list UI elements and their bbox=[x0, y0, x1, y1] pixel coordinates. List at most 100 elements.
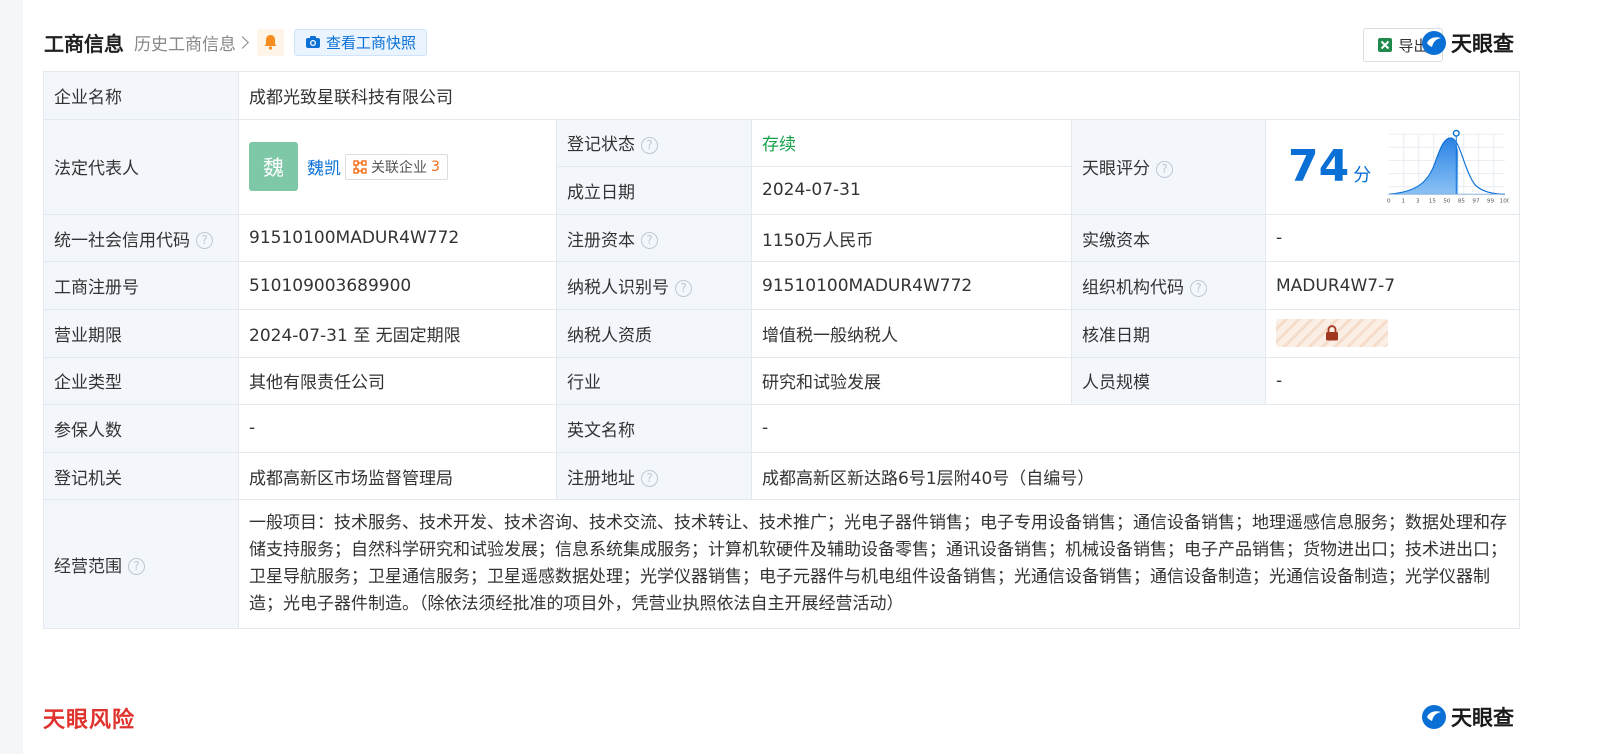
score-tick-label: 50 bbox=[1444, 198, 1452, 204]
related-count: 3 bbox=[431, 158, 440, 175]
score-tick-label: 99 bbox=[1487, 198, 1495, 204]
monitor-button[interactable] bbox=[257, 28, 284, 56]
table-row: 参保人数 - 英文名称 - bbox=[43, 404, 1520, 453]
bell-icon bbox=[264, 35, 277, 50]
address-label: 注册地址? bbox=[556, 451, 752, 501]
tianyancha-logo-icon bbox=[1422, 31, 1446, 55]
industry-label: 行业 bbox=[556, 356, 752, 406]
lock-icon bbox=[1326, 325, 1338, 341]
related-label: 关联企业 bbox=[371, 159, 427, 176]
legal-rep-name-link[interactable]: 魏凯 bbox=[307, 154, 341, 179]
taxpayer-id-value: 91510100MADUR4W772 bbox=[751, 261, 1072, 310]
type-value: 其他有限责任公司 bbox=[238, 356, 557, 406]
reg-capital-label: 注册资本? bbox=[556, 213, 752, 263]
company-name-value: 成都光致星联科技有限公司 bbox=[238, 71, 1520, 120]
score-cell[interactable]: 74 分 0 1 3 15 50 85 97 99 10 bbox=[1265, 118, 1520, 215]
org-code-value: MADUR4W7-7 bbox=[1265, 261, 1520, 310]
help-icon[interactable]: ? bbox=[128, 558, 145, 576]
scope-label: 经营范围? bbox=[43, 499, 239, 630]
score-tick-label: 97 bbox=[1473, 198, 1481, 204]
business-info-table: 企业名称 成都光致星联科技有限公司 法定代表人 魏 魏凯 关联企业 3 登记状态… bbox=[43, 71, 1520, 630]
approve-date-cell bbox=[1265, 308, 1520, 358]
biz-reg-no-value: 510109003689900 bbox=[238, 261, 557, 310]
footer-brand-logo-text: 天眼查 bbox=[1451, 706, 1514, 730]
section-title: 工商信息 bbox=[44, 31, 124, 56]
approve-date-label: 核准日期 bbox=[1071, 308, 1266, 358]
en-name-value: - bbox=[751, 404, 1520, 453]
industry-value: 研究和试验发展 bbox=[751, 356, 1072, 406]
brand-logo-text: 天眼查 bbox=[1451, 32, 1514, 56]
en-name-label: 英文名称 bbox=[556, 404, 752, 453]
tianyancha-logo-icon bbox=[1422, 705, 1446, 729]
term-value: 2024-07-31 至 无固定期限 bbox=[238, 308, 557, 358]
staff-label: 人员规模 bbox=[1071, 356, 1266, 406]
table-row: 企业类型 其他有限责任公司 行业 研究和试验发展 人员规模 - bbox=[43, 356, 1520, 406]
insured-value: - bbox=[238, 404, 557, 453]
taxpayer-id-label: 纳税人识别号? bbox=[556, 261, 752, 310]
table-row: 工商注册号 510109003689900 纳税人识别号? 91510100MA… bbox=[43, 261, 1520, 310]
chevron-right-icon bbox=[236, 35, 249, 49]
table-row: 登记机关 成都高新区市场监督管理局 注册地址? 成都高新区新达路6号1层附40号… bbox=[43, 451, 1520, 501]
legal-rep-label: 法定代表人 bbox=[43, 118, 239, 215]
term-label: 营业期限 bbox=[43, 308, 239, 358]
taxpayer-qual-label: 纳税人资质 bbox=[556, 308, 752, 358]
help-icon[interactable]: ? bbox=[641, 470, 658, 488]
section-header: 工商信息 历史工商信息 查看工商快照 bbox=[44, 26, 428, 58]
table-row: 营业期限 2024-07-31 至 无固定期限 纳税人资质 增值税一般纳税人 核… bbox=[43, 308, 1520, 358]
table-row: 统一社会信用代码? 91510100MADUR4W772 注册资本? 1150万… bbox=[43, 213, 1520, 263]
score-tick-label: 85 bbox=[1458, 198, 1466, 204]
reg-status-label: 登记状态? bbox=[556, 118, 752, 168]
credit-code-label: 统一社会信用代码? bbox=[43, 213, 239, 263]
score-distribution-chart: 0 1 3 15 50 85 97 99 100 bbox=[1387, 129, 1509, 204]
help-icon[interactable]: ? bbox=[675, 279, 692, 297]
reg-capital-value: 1150万人民币 bbox=[751, 213, 1072, 263]
credit-code-value: 91510100MADUR4W772 bbox=[238, 213, 557, 263]
score-tick-label: 100 bbox=[1500, 198, 1509, 204]
type-label: 企业类型 bbox=[43, 356, 239, 406]
found-date-value: 2024-07-31 bbox=[751, 166, 1072, 215]
snapshot-button[interactable]: 查看工商快照 bbox=[294, 28, 428, 56]
help-icon[interactable]: ? bbox=[1156, 160, 1173, 178]
score-tick-label: 0 bbox=[1387, 198, 1391, 204]
score-tick-label: 1 bbox=[1402, 198, 1406, 204]
avatar: 魏 bbox=[249, 142, 298, 192]
footer-brand-logo: 天眼查 bbox=[1421, 702, 1514, 732]
paid-capital-value: - bbox=[1265, 213, 1520, 263]
help-icon[interactable]: ? bbox=[641, 232, 658, 250]
legal-rep-cell: 魏 魏凯 关联企业 3 bbox=[238, 118, 557, 215]
related-companies-tag[interactable]: 关联企业 3 bbox=[345, 153, 448, 180]
table-row: 经营范围? 一般项目：技术服务、技术开发、技术咨询、技术交流、技术转让、技术推广… bbox=[43, 499, 1520, 630]
score-label: 天眼评分? bbox=[1071, 118, 1266, 215]
org-code-label: 组织机构代码? bbox=[1071, 261, 1266, 310]
biz-reg-no-label: 工商注册号 bbox=[43, 261, 239, 310]
authority-label: 登记机关 bbox=[43, 451, 239, 501]
address-value: 成都高新区新达路6号1层附40号（自编号） bbox=[751, 451, 1520, 501]
table-row: 法定代表人 魏 魏凯 关联企业 3 登记状态? 存续 天眼评分 ? 74 分 0… bbox=[43, 118, 1520, 215]
help-icon[interactable]: ? bbox=[196, 232, 213, 250]
history-link-label: 历史工商信息 bbox=[134, 34, 236, 55]
locked-value-button[interactable] bbox=[1276, 319, 1388, 348]
help-icon[interactable]: ? bbox=[641, 136, 658, 154]
score-tick-label: 3 bbox=[1416, 198, 1420, 204]
scope-value: 一般项目：技术服务、技术开发、技术咨询、技术交流、技术转让、技术推广；光电子器件… bbox=[238, 499, 1520, 630]
paid-capital-label: 实缴资本 bbox=[1071, 213, 1266, 263]
authority-value: 成都高新区市场监督管理局 bbox=[238, 451, 557, 501]
reg-status-value: 存续 bbox=[751, 118, 1072, 168]
snapshot-label: 查看工商快照 bbox=[326, 33, 417, 52]
history-link[interactable]: 历史工商信息 bbox=[134, 30, 249, 55]
table-row: 企业名称 成都光致星联科技有限公司 bbox=[43, 71, 1520, 120]
network-icon bbox=[353, 159, 367, 174]
found-date-label: 成立日期 bbox=[556, 166, 752, 215]
staff-value: - bbox=[1265, 356, 1520, 406]
camera-icon bbox=[306, 36, 320, 48]
score-tick-label: 15 bbox=[1429, 198, 1437, 204]
score-value: 74 bbox=[1288, 141, 1350, 193]
risk-brand-logo: 天眼风险 bbox=[43, 708, 136, 733]
insured-label: 参保人数 bbox=[43, 404, 239, 453]
help-icon[interactable]: ? bbox=[1190, 279, 1207, 297]
excel-icon bbox=[1378, 38, 1393, 52]
taxpayer-qual-value: 增值税一般纳税人 bbox=[751, 308, 1072, 358]
company-name-label: 企业名称 bbox=[43, 71, 239, 120]
brand-logo: 天眼查 bbox=[1421, 28, 1514, 58]
score-unit: 分 bbox=[1353, 164, 1372, 186]
